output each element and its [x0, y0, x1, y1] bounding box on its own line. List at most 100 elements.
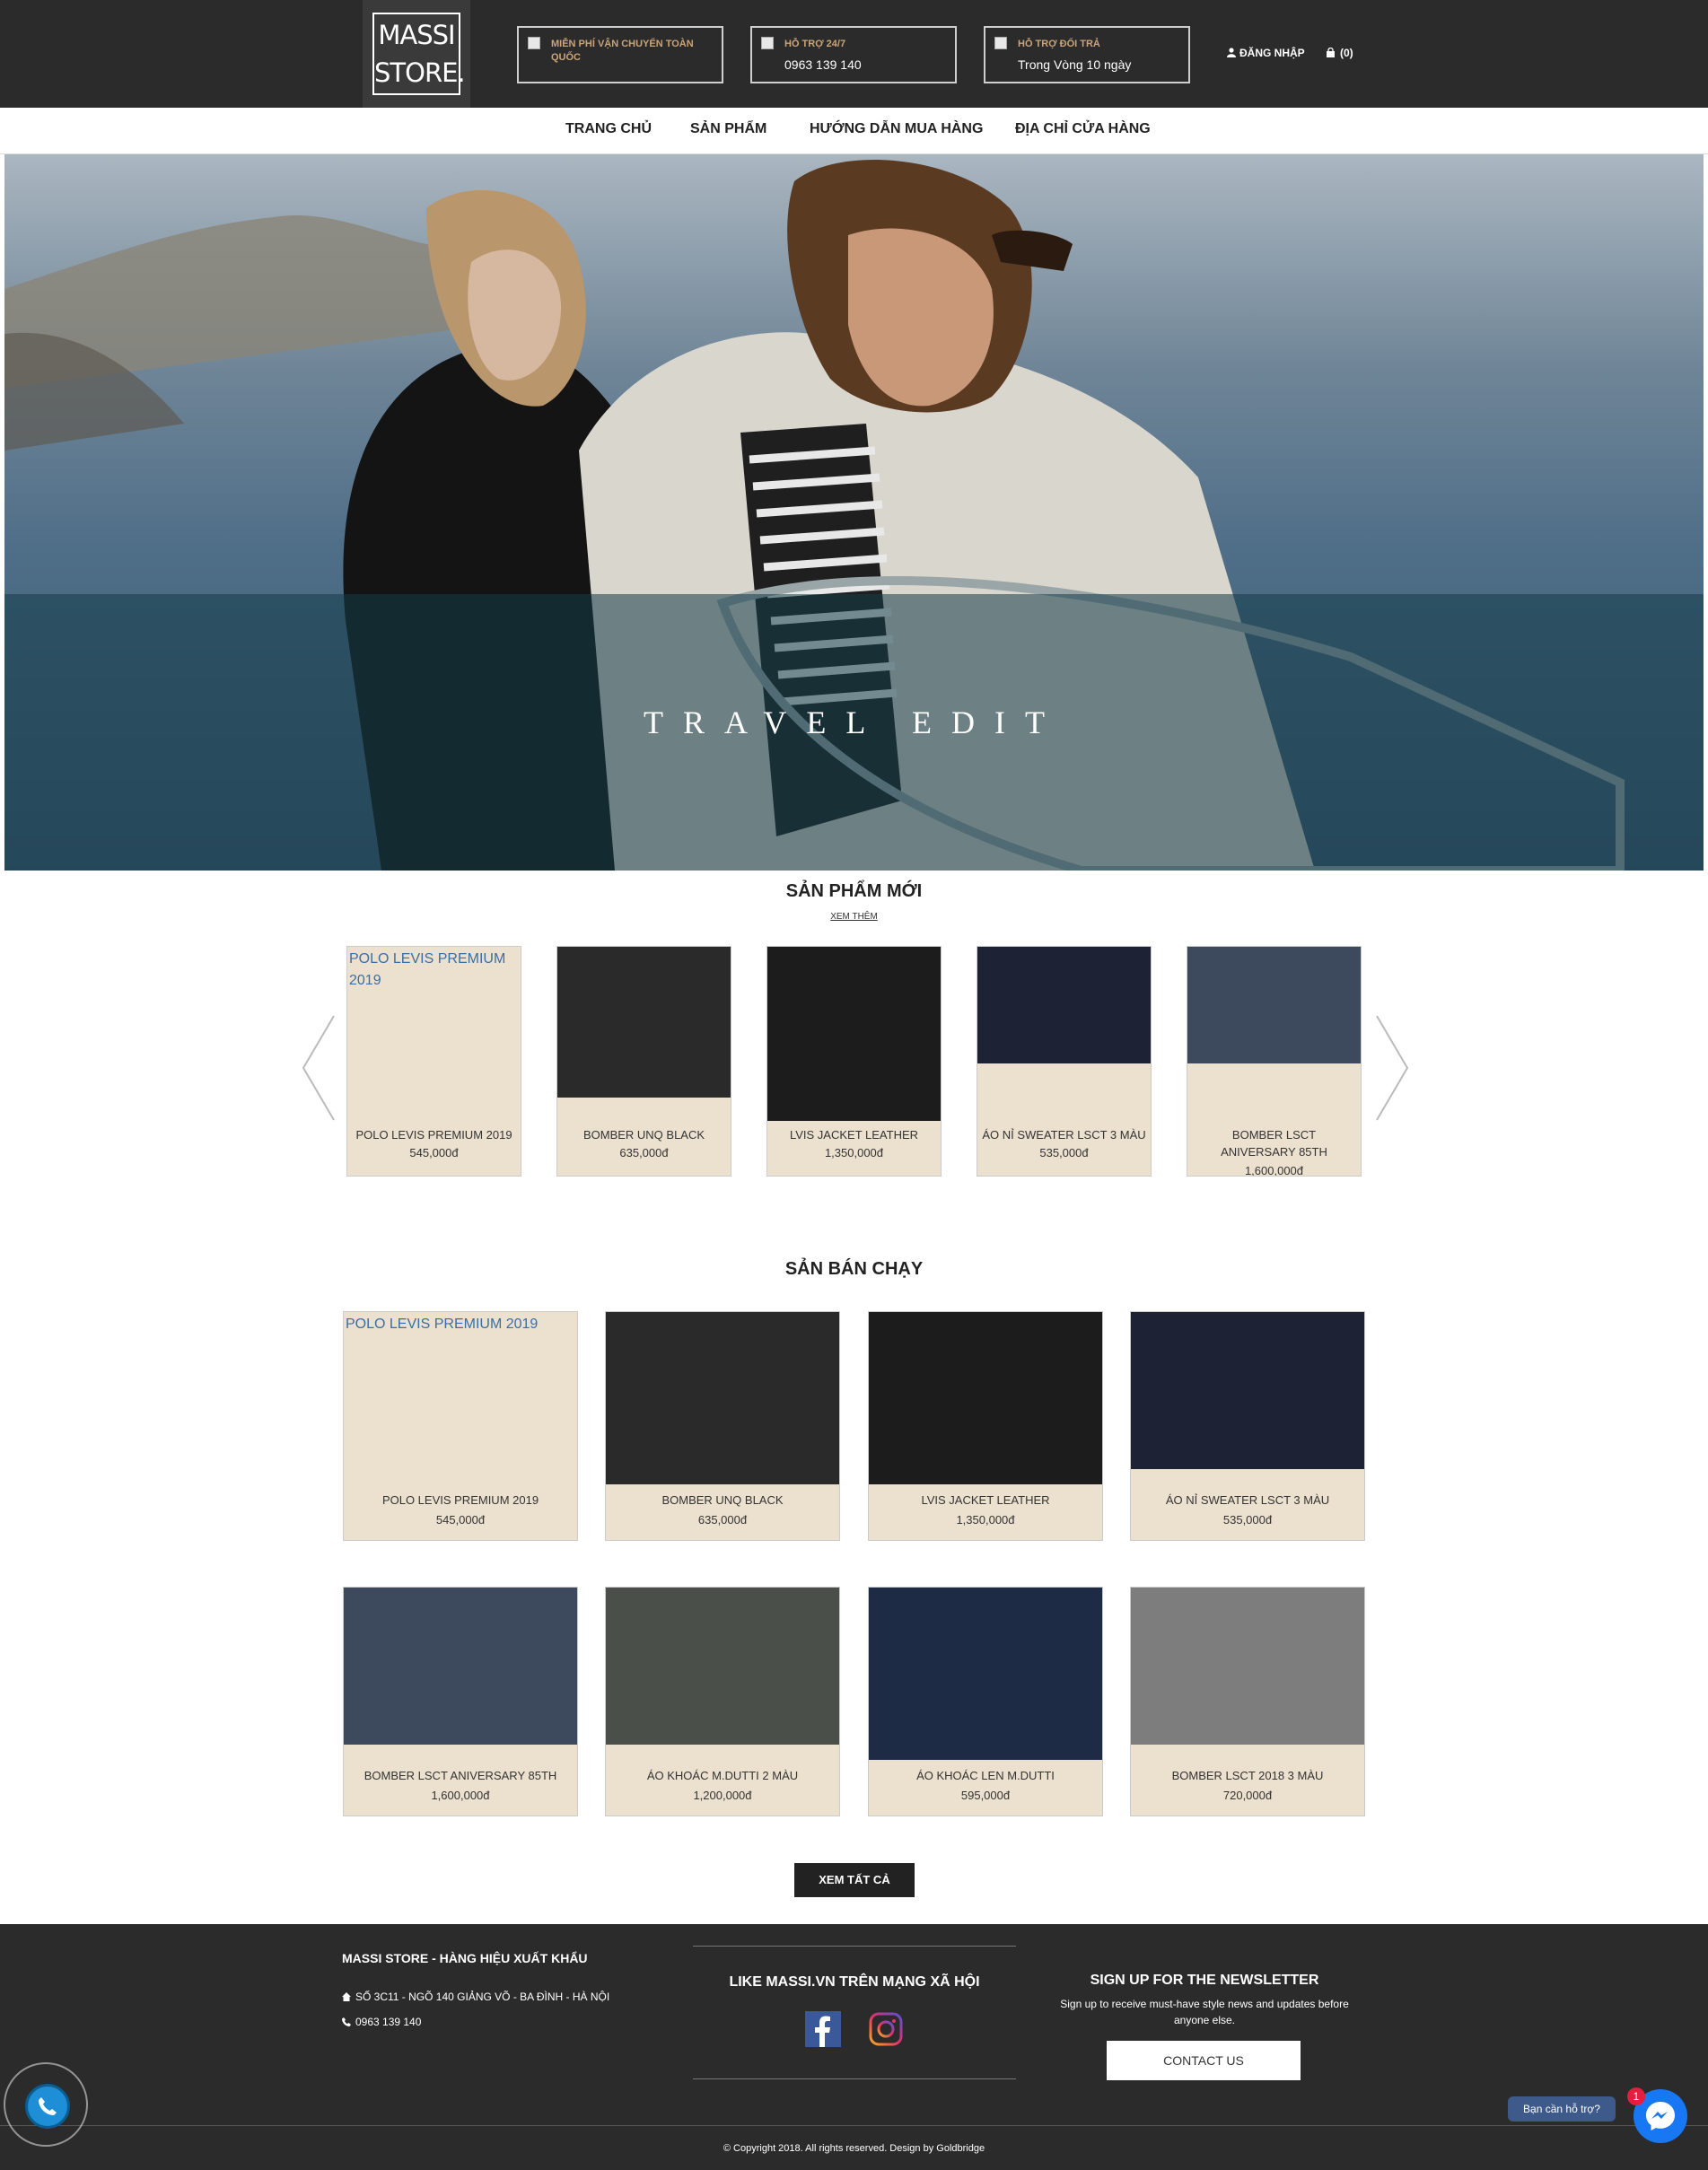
home-icon	[342, 1992, 351, 2001]
logo[interactable]: MASSI STORE.	[363, 0, 470, 108]
product-price: 1,600,000đ	[1244, 1164, 1304, 1177]
product-card[interactable]: BOMBER UNQ BLACK 635,000đ	[556, 946, 731, 1177]
footer-divider	[0, 2125, 1708, 2126]
product-price: 545,000đ	[409, 1146, 459, 1159]
main-nav: TRANG CHỦ SẢN PHẨM HƯỚNG DẪN MUA HÀNG ĐỊ…	[0, 108, 1708, 154]
product-image	[869, 1588, 1102, 1760]
product-card[interactable]: BOMBER UNQ BLACK 635,000đ	[605, 1311, 840, 1541]
product-card[interactable]: ÁO KHOÁC M.DUTTI 2 MÀU 1,200,000đ	[605, 1587, 840, 1816]
call-button[interactable]	[4, 2062, 88, 2147]
product-image	[606, 1588, 839, 1745]
phone-call-icon	[39, 2097, 57, 2115]
product-card[interactable]: BOMBER LSCT ANIVERSARY 85TH 1,600,000đ	[1187, 946, 1362, 1177]
product-name: LVIS JACKET LEATHER	[789, 1128, 919, 1142]
social-title: LIKE MASSI.VN TRÊN MẠNG XÃ HỘI	[729, 1974, 980, 1990]
product-name: BOMBER LSCT ANIVERSARY 85TH	[363, 1769, 557, 1782]
product-card[interactable]: BOMBER LSCT ANIVERSARY 85TH 1,600,000đ	[343, 1587, 578, 1816]
nav-item-home[interactable]: TRANG CHỦ	[565, 121, 652, 137]
product-card[interactable]: BOMBER LSCT 2018 3 MÀU 720,000đ	[1130, 1587, 1365, 1816]
messenger-icon	[1646, 2102, 1675, 2131]
product-price: 1,200,000đ	[693, 1789, 752, 1802]
shopping-bag-icon	[1327, 47, 1335, 57]
product-price: 545,000đ	[435, 1513, 486, 1527]
instagram-icon[interactable]	[868, 2011, 904, 2047]
phone-icon	[342, 2017, 351, 2026]
footer-brand: MASSI STORE - HÀNG HIỆU XUẤT KHẨU	[342, 1951, 588, 1965]
login-label: ĐĂNG NHẬP	[1239, 47, 1305, 59]
product-card[interactable]: POLO LEVIS PREMIUM 2019 POLO LEVIS PREMI…	[346, 946, 521, 1177]
carousel-prev-arrow-icon[interactable]	[302, 1014, 336, 1122]
product-name: BOMBER LSCT 2018 3 MÀU	[1171, 1769, 1324, 1782]
product-image	[606, 1312, 839, 1484]
view-all-button[interactable]: XEM TẤT CẢ	[794, 1863, 915, 1897]
info-support-247: HỖ TRỢ 24/7 0963 139 140	[750, 26, 957, 83]
hero-banner[interactable]: TRAVEL EDIT	[4, 154, 1704, 871]
product-name: ÁO KHOÁC M.DUTTI 2 MÀU	[646, 1769, 799, 1782]
logo-box: MASSI STORE.	[372, 13, 466, 95]
product-card[interactable]: ÁO NỈ SWEATER LSCT 3 MÀU 535,000đ	[977, 946, 1152, 1177]
product-image-alt: POLO LEVIS PREMIUM 2019	[346, 1317, 539, 1332]
facebook-icon[interactable]	[805, 2011, 841, 2047]
product-card[interactable]: ÁO NỈ SWEATER LSCT 3 MÀU 535,000đ	[1130, 1311, 1365, 1541]
product-image	[977, 947, 1151, 1063]
product-image	[344, 1588, 577, 1745]
carousel-next-arrow-icon[interactable]	[1375, 1014, 1409, 1122]
product-image	[1187, 947, 1361, 1063]
broken-image-icon	[528, 37, 540, 49]
newsletter-text: Sign up to receive must-have style news …	[1060, 1998, 1349, 2026]
product-price: 535,000đ	[1039, 1146, 1089, 1159]
contact-us-button[interactable]: CONTACT US	[1107, 2041, 1301, 2080]
footer: MASSI STORE - HÀNG HIỆU XUẤT KHẨU SỐ 3C1…	[0, 1924, 1708, 2170]
product-card[interactable]: POLO LEVIS PREMIUM 2019 POLO LEVIS PREMI…	[343, 1311, 578, 1541]
product-name: ÁO NỈ SWEATER LSCT 3 MÀU	[1165, 1493, 1330, 1507]
support-chat-label[interactable]: Bạn cần hỗ trợ?	[1508, 2096, 1616, 2122]
product-name: POLO LEVIS PREMIUM 2019	[381, 1493, 539, 1507]
hero-caption: TRAVEL EDIT	[644, 704, 1064, 740]
logo-line1: MASSI	[378, 20, 455, 50]
nav-item-shopping-guide[interactable]: HƯỚNG DẪN MUA HÀNG	[810, 121, 983, 137]
info-title: HỖ TRỢ 24/7	[784, 39, 846, 49]
nav-item-store-address[interactable]: ĐỊA CHỈ CỬA HÀNG	[1015, 121, 1151, 137]
product-price: 595,000đ	[960, 1789, 1011, 1802]
section-title-new-products: SẢN PHẨM MỚI	[785, 881, 923, 901]
product-image	[557, 947, 731, 1098]
product-image	[1131, 1588, 1364, 1745]
login-link[interactable]: ĐĂNG NHẬP	[1227, 47, 1305, 59]
info-free-shipping: MIỄN PHÍ VẬN CHUYỂN TOÀN QUỐC	[517, 26, 723, 83]
product-name: BOMBER UNQ BLACK	[661, 1493, 784, 1507]
product-name: ÁO NỈ SWEATER LSCT 3 MÀU	[982, 1128, 1146, 1142]
broken-image-icon	[761, 37, 774, 49]
notification-badge: 1	[1627, 2087, 1645, 2105]
user-icon	[1227, 48, 1236, 57]
product-name: BOMBER LSCT ANIVERSARY 85TH	[1221, 1128, 1327, 1159]
product-card[interactable]: ÁO KHOÁC LEN M.DUTTI 595,000đ	[868, 1587, 1103, 1816]
info-return-policy: HỖ TRỢ ĐỔI TRẢ Trong Vòng 10 ngày	[984, 26, 1190, 83]
product-price: 635,000đ	[619, 1146, 669, 1159]
copyright: © Copyright 2018. All rights reserved. D…	[723, 2143, 985, 2154]
cart-count: (0)	[1340, 47, 1353, 59]
top-header: MASSI STORE. MIỄN PHÍ VẬN CHUYỂN TOÀN QU…	[0, 0, 1708, 108]
nav-item-products[interactable]: SẢN PHẨM	[690, 121, 766, 137]
product-price: 1,350,000đ	[824, 1146, 884, 1159]
info-value: 0963 139 140	[784, 57, 862, 72]
product-image	[1131, 1312, 1364, 1469]
cart-link[interactable]: (0)	[1326, 47, 1353, 59]
section-title-best-sellers: SẢN BÁN CHẠY	[784, 1259, 924, 1279]
see-more-link[interactable]: XEM THÊM	[0, 912, 1708, 922]
product-name: BOMBER UNQ BLACK	[582, 1128, 705, 1142]
footer-phone-text: 0963 139 140	[355, 2016, 422, 2028]
product-price: 1,600,000đ	[431, 1789, 490, 1802]
broken-image-icon	[994, 37, 1007, 49]
divider	[693, 2078, 1016, 2079]
divider	[693, 1946, 1016, 1947]
product-price: 720,000đ	[1222, 1789, 1273, 1802]
newsletter-title: SIGN UP FOR THE NEWSLETTER	[1090, 1973, 1319, 1988]
info-title: MIỄN PHÍ VẬN CHUYỂN TOÀN QUỐC	[551, 39, 694, 63]
product-price: 535,000đ	[1222, 1513, 1273, 1527]
product-card[interactable]: LVIS JACKET LEATHER 1,350,000đ	[868, 1311, 1103, 1541]
logo-line2: STORE.	[374, 57, 466, 88]
product-price: 1,350,000đ	[956, 1513, 1015, 1527]
info-title: HỖ TRỢ ĐỔI TRẢ	[1018, 39, 1100, 49]
product-card[interactable]: LVIS JACKET LEATHER 1,350,000đ	[766, 946, 942, 1177]
product-image	[869, 1312, 1102, 1484]
